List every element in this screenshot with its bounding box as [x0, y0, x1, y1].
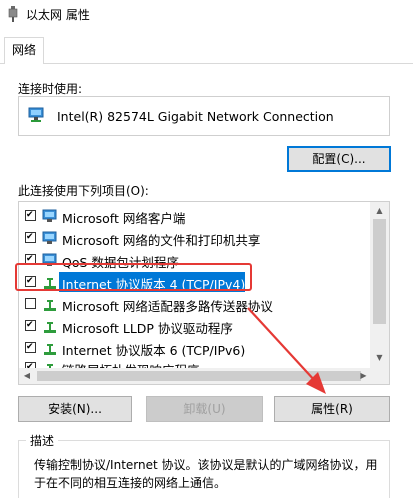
configure-button[interactable]: 配置(C)... — [287, 146, 391, 172]
item-checkbox[interactable] — [25, 298, 36, 309]
item-label: Microsoft LLDP 协议驱动程序 — [62, 321, 233, 336]
list-item[interactable]: Microsoft 网络客户端 — [19, 205, 371, 227]
item-label: Microsoft 网络客户端 — [62, 211, 186, 226]
annotation-arrow-icon — [247, 307, 326, 394]
items-label: 此连接使用下列项目(O): — [18, 184, 149, 198]
item-label: Microsoft 网络的文件和打印机共享 — [62, 233, 261, 248]
description-label: 描述 — [26, 432, 59, 449]
protocol-icon — [44, 322, 56, 333]
scroll-left-arrow-icon[interactable]: ◀ — [20, 369, 34, 383]
adapter-name: Intel(R) 82574L Gigabit Network Connecti… — [57, 109, 334, 124]
vertical-scroll-thumb[interactable] — [373, 219, 386, 324]
tab-network[interactable]: 网络 — [4, 37, 44, 64]
connect-using-label: 连接时使用: — [18, 82, 83, 96]
file-share-icon — [42, 231, 57, 244]
client-icon — [42, 209, 57, 222]
scroll-up-arrow-icon[interactable]: ▲ — [371, 205, 388, 217]
scroll-right-arrow-icon[interactable]: ▶ — [357, 369, 370, 383]
annotation-highlight-box — [15, 263, 252, 291]
install-button[interactable]: 安装(N)... — [18, 396, 132, 422]
protocol-icon — [44, 344, 56, 355]
network-adapter-icon — [8, 6, 18, 22]
protocol-icon — [44, 300, 56, 311]
scroll-down-arrow-icon[interactable]: ▼ — [371, 352, 388, 364]
window-title: 以太网 属性 — [26, 8, 90, 22]
network-card-icon — [28, 107, 44, 122]
item-checkbox[interactable] — [25, 232, 36, 243]
item-checkbox[interactable] — [25, 320, 36, 331]
scroll-corner — [370, 368, 389, 384]
item-checkbox[interactable] — [25, 210, 36, 221]
list-item[interactable]: Microsoft 网络的文件和打印机共享 — [19, 227, 371, 249]
item-checkbox[interactable] — [25, 342, 36, 353]
description-text: 传输控制协议/Internet 协议。该协议是默认的广域网络协议，用于在不同的相… — [34, 458, 378, 490]
